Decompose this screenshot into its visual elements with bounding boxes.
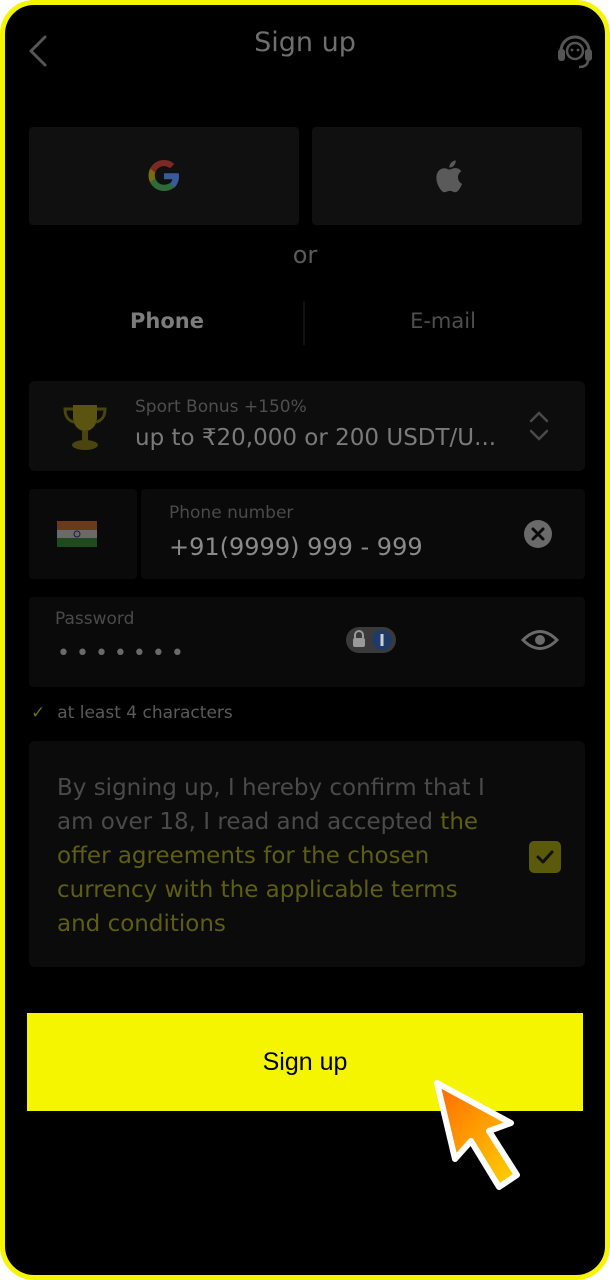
or-divider: or: [292, 241, 318, 269]
header: Sign up: [5, 5, 605, 95]
password-label: Password: [55, 609, 135, 629]
india-flag-icon: [57, 521, 97, 547]
phone-row: Phone number +91(9999) 999 - 999: [29, 489, 585, 579]
bonus-value: up to ₹20,000 or 200 USDT/U...: [135, 425, 497, 451]
password-value: •••••••: [57, 641, 190, 666]
password-manager-icon[interactable]: [345, 625, 397, 655]
consent-prefix: By signing up, I hereby confirm that I a…: [57, 775, 485, 835]
bonus-selector[interactable]: Sport Bonus +150% up to ₹20,000 or 200 U…: [29, 381, 585, 471]
password-hint: ✓ at least 4 characters: [31, 703, 233, 723]
tab-email[interactable]: E-mail: [305, 299, 581, 347]
consent-checkbox[interactable]: [529, 841, 561, 873]
support-button[interactable]: [555, 29, 595, 69]
chevron-up-down-icon: [529, 411, 549, 441]
country-selector[interactable]: [29, 489, 137, 579]
check-icon: [536, 850, 554, 864]
consent-box: By signing up, I hereby confirm that I a…: [29, 741, 585, 967]
check-icon: ✓: [31, 703, 46, 723]
consent-text: By signing up, I hereby confirm that I a…: [57, 771, 507, 941]
page-title: Sign up: [254, 27, 356, 58]
headset-icon: [558, 35, 592, 69]
clear-icon[interactable]: [523, 519, 553, 549]
tab-phone[interactable]: Phone: [29, 299, 305, 347]
phone-frame: Sign up or Phone E-mail Sport Bonus +150…: [0, 0, 610, 1280]
signup-button[interactable]: Sign up: [27, 1013, 583, 1111]
phone-number-field[interactable]: Phone number +91(9999) 999 - 999: [141, 489, 585, 579]
apple-icon: [436, 160, 463, 193]
phone-value: +91(9999) 999 - 999: [169, 533, 423, 561]
apple-signup-button[interactable]: [312, 127, 582, 225]
google-icon: [148, 160, 179, 191]
bonus-label: Sport Bonus +150%: [135, 397, 307, 417]
password-field[interactable]: Password •••••••: [29, 597, 585, 687]
eye-icon[interactable]: [521, 625, 559, 655]
google-signup-button[interactable]: [29, 127, 299, 225]
hint-text: at least 4 characters: [57, 703, 233, 723]
phone-label: Phone number: [169, 503, 294, 523]
trophy-icon: [63, 405, 107, 450]
